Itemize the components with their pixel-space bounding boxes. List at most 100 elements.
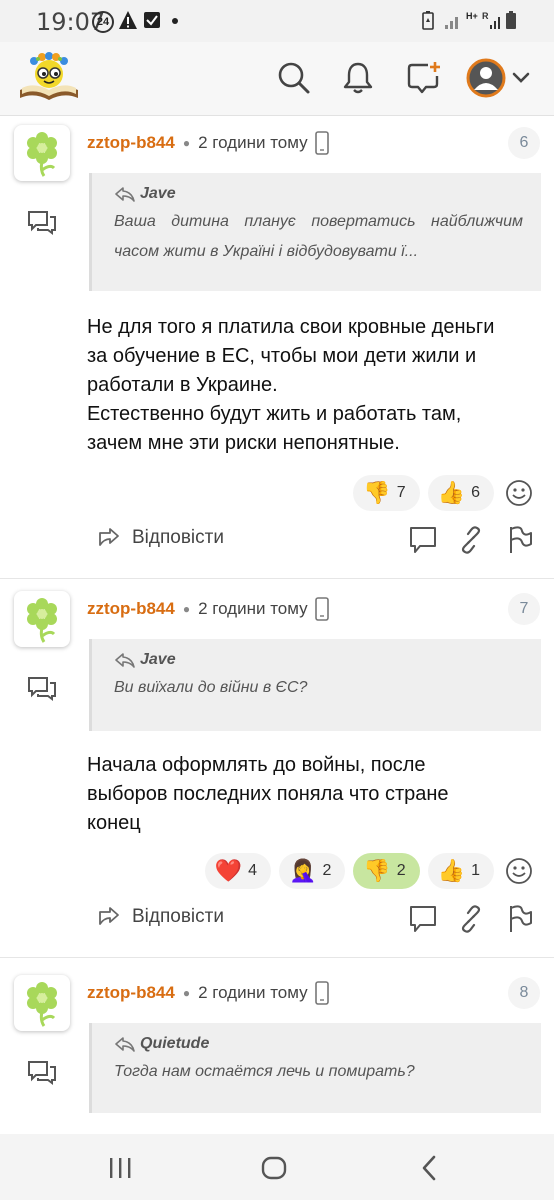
- comment-author[interactable]: zztop-b844: [87, 133, 175, 153]
- app-header: [0, 42, 554, 116]
- quote-text: Ви виїхали до війни в ЄС?: [114, 679, 308, 696]
- comment-meta: zztop-b844 ● 2 години тому: [87, 597, 330, 621]
- comment-time[interactable]: 2 години тому: [198, 133, 308, 153]
- reply-thread-button[interactable]: [26, 209, 58, 240]
- reaction-dislike[interactable]: 👎 2: [353, 853, 420, 889]
- download-check-icon: [144, 12, 160, 28]
- reply-thread-button[interactable]: [26, 675, 58, 706]
- new-post-button[interactable]: [402, 56, 446, 100]
- status-bar: 19:07 24 H+ R: [0, 0, 554, 42]
- warning-icon: [119, 11, 137, 29]
- site-logo[interactable]: [16, 50, 82, 109]
- comment-author-avatar[interactable]: [14, 591, 70, 647]
- reaction-dislike[interactable]: 👎 7: [353, 475, 420, 511]
- comment-author[interactable]: zztop-b844: [87, 599, 175, 619]
- comment-number[interactable]: 8: [508, 977, 540, 1009]
- quote-text: Ваша дитина планує повертатись найближчи…: [114, 213, 523, 260]
- comment-number[interactable]: 6: [508, 127, 540, 159]
- mobile-device-icon: [314, 597, 329, 621]
- comment-actions: Відповісти: [0, 900, 554, 940]
- reply-arrow-icon: [115, 653, 135, 668]
- notifications-button[interactable]: [336, 56, 380, 100]
- quote-text: Тогда нам остаётся лечь и помирать?: [114, 1063, 415, 1080]
- reply-button[interactable]: Відповісти: [94, 906, 224, 928]
- comments-icon: [28, 211, 56, 235]
- reply-thread-button[interactable]: [26, 1059, 58, 1090]
- smiley-icon: [506, 858, 532, 884]
- flag-icon[interactable]: [508, 904, 534, 934]
- new-post-icon: [407, 62, 440, 94]
- comments-feed: zztop-b844 ● 2 години тому 6 Jave Ваша д…: [0, 117, 554, 1134]
- reactions-bar: 👎 7 👍 6: [353, 475, 536, 511]
- mobile-device-icon: [314, 981, 329, 1005]
- link-icon[interactable]: [458, 525, 484, 555]
- meta-separator: ●: [182, 986, 191, 1000]
- home-icon: [261, 1156, 287, 1180]
- battery-icon: [506, 11, 516, 29]
- comment-time[interactable]: 2 години тому: [198, 599, 308, 619]
- back-icon: [422, 1155, 436, 1181]
- reply-icon: [99, 907, 119, 925]
- comment-divider: [0, 957, 554, 958]
- chevron-down-icon: [512, 72, 530, 83]
- quoted-comment[interactable]: Quietude Тогда нам остаётся лечь и помир…: [89, 1023, 541, 1113]
- comment-icon[interactable]: [408, 525, 438, 555]
- comment-divider: [0, 578, 554, 579]
- search-icon: [278, 62, 310, 94]
- network-type: H+: [466, 11, 478, 21]
- notification-count-badge: 24: [92, 11, 114, 33]
- reaction-like[interactable]: 👍 6: [427, 475, 494, 511]
- bell-icon: [343, 62, 373, 94]
- flower-avatar-icon: [27, 132, 57, 177]
- battery-saver-icon: [422, 11, 434, 30]
- comments-icon: [28, 677, 56, 701]
- dot-icon: [172, 18, 178, 24]
- recent-apps-button[interactable]: [100, 1148, 140, 1188]
- smiley-icon: [506, 480, 532, 506]
- reactions-bar: ❤️ 4 🤦‍♀️ 2 👎 2 👍 1: [204, 853, 536, 889]
- system-navigation-bar: [0, 1134, 554, 1200]
- comment-body: Начала оформлять до войны, после выборов…: [87, 754, 449, 834]
- add-reaction-button[interactable]: [502, 476, 536, 510]
- meta-separator: ●: [182, 602, 191, 616]
- comment-meta: zztop-b844 ● 2 години тому: [87, 131, 330, 155]
- quote-author: Jave: [114, 651, 523, 669]
- meta-separator: ●: [182, 136, 191, 150]
- comment-icon[interactable]: [408, 904, 438, 934]
- comment-author-avatar[interactable]: [14, 975, 70, 1031]
- quoted-comment[interactable]: Jave Ви виїхали до війни в ЄС?: [89, 639, 541, 731]
- link-icon[interactable]: [458, 904, 484, 934]
- quote-author: Quietude: [114, 1035, 523, 1053]
- reaction-like[interactable]: 👍 1: [427, 853, 494, 889]
- flower-avatar-icon: [27, 598, 57, 643]
- comment-author-avatar[interactable]: [14, 125, 70, 181]
- svg-text:R: R: [482, 11, 489, 21]
- back-button[interactable]: [410, 1148, 450, 1188]
- signal-roaming-icon: R: [482, 11, 500, 29]
- flag-icon[interactable]: [508, 525, 534, 555]
- user-menu-button[interactable]: [466, 56, 546, 100]
- comment-body: Не для того я платила свои кровные деньг…: [87, 316, 495, 454]
- reaction-facepalm[interactable]: 🤦‍♀️ 2: [279, 853, 346, 889]
- user-avatar-icon: [466, 58, 506, 98]
- reply-icon: [99, 528, 119, 546]
- search-button[interactable]: [272, 56, 316, 100]
- quoted-comment[interactable]: Jave Ваша дитина планує повертатись найб…: [89, 173, 541, 291]
- signal-icon: [445, 17, 458, 29]
- comment-actions: Відповісти: [0, 521, 554, 561]
- reaction-heart[interactable]: ❤️ 4: [204, 853, 272, 889]
- flower-avatar-icon: [27, 982, 57, 1027]
- reply-button[interactable]: Відповісти: [94, 527, 224, 549]
- mobile-device-icon: [314, 131, 329, 155]
- comments-icon: [28, 1061, 56, 1085]
- comment-number[interactable]: 7: [508, 593, 540, 625]
- comment-time[interactable]: 2 години тому: [198, 983, 308, 1003]
- quote-author: Jave: [114, 185, 523, 203]
- home-button[interactable]: [254, 1148, 294, 1188]
- reply-arrow-icon: [115, 187, 135, 202]
- add-reaction-button[interactable]: [502, 854, 536, 888]
- comment-author[interactable]: zztop-b844: [87, 983, 175, 1003]
- recent-apps-icon: [110, 1158, 131, 1178]
- comment-meta: zztop-b844 ● 2 години тому: [87, 981, 330, 1005]
- reply-arrow-icon: [115, 1037, 135, 1052]
